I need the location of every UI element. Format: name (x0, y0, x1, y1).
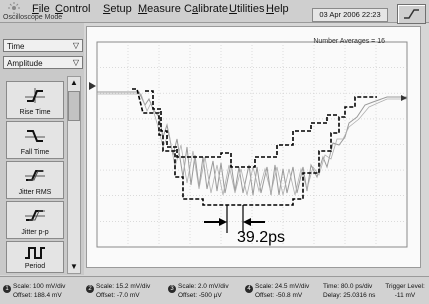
app-logo-icon (8, 2, 20, 14)
period-label: Period (24, 263, 46, 270)
timebase-delay: Delay: 25.0316 ns (323, 292, 376, 299)
arrow-right-icon (219, 218, 227, 226)
jitter-rms-label: Jitter RMS (18, 189, 52, 196)
waveform-toggle-button[interactable] (397, 4, 426, 24)
scroll-down-icon[interactable]: ▼ (69, 261, 79, 273)
chevron-down-icon: ▽ (72, 41, 79, 50)
jitter-pp-label: Jitter p-p (21, 229, 49, 236)
left-panel: Time ▽ Amplitude ▽ Rise Time Fall Time J… (0, 23, 84, 275)
channel-3-scale: Scale: 2.0 mV/div (178, 283, 229, 290)
channel-2-scale: Scale: 15.2 mV/div (96, 283, 151, 290)
averages-readout: Number Averages = 16 (313, 38, 385, 45)
trigger-status[interactable]: Trigger Level: -11 mV (382, 282, 428, 300)
rise-time-icon (25, 88, 45, 103)
menu-control[interactable]: Control (55, 3, 90, 15)
channel-2-offset: Offset: -7.0 mV (96, 292, 140, 299)
menu-help[interactable]: Help (266, 3, 289, 15)
menu-bar: Oscilloscope Mode File Control Setup Mea… (0, 0, 429, 24)
channel-marker-icon (89, 82, 96, 90)
chevron-down-icon: ▽ (72, 58, 79, 67)
menu-file[interactable]: File (32, 3, 50, 15)
measure-category-select[interactable]: Amplitude ▽ (3, 56, 83, 69)
jitter-rms-button[interactable]: Jitter RMS (6, 161, 64, 199)
waveform-icon (404, 9, 419, 19)
timebase-scale: Time: 80.0 ps/div (323, 283, 373, 290)
trace-gray (97, 91, 407, 196)
channel-2-icon: 2 (86, 285, 94, 293)
mode-select[interactable]: Time ▽ (3, 39, 83, 52)
fall-time-icon (25, 130, 45, 142)
waveform-display[interactable]: Number Averages = 16 39.2ps (86, 26, 421, 268)
datetime-display: 03 Apr 2006 22:23 (312, 8, 388, 22)
timebase-status[interactable]: Time: 80.0 ps/div Delay: 25.0316 ns (323, 282, 375, 300)
channel-1-scale: Scale: 100 mV/div (13, 283, 66, 290)
measure-category-value: Amplitude (7, 59, 43, 68)
menu-measure[interactable]: Measure (138, 3, 181, 15)
period-icon (25, 247, 45, 259)
channel-4-scale: Scale: 24.5 mV/div (255, 283, 310, 290)
rise-time-button[interactable]: Rise Time (6, 81, 64, 119)
trigger-label: Trigger Level: (385, 283, 425, 290)
tools-scrollbar[interactable]: ▲ ▼ (67, 76, 81, 274)
jitter-pp-button[interactable]: Jitter p-p (6, 201, 64, 239)
channel-1-icon: 1 (3, 285, 11, 293)
channel-4-offset: Offset: -50.8 mV (255, 292, 303, 299)
scroll-thumb[interactable] (68, 91, 80, 121)
rise-time-label: Rise Time (19, 109, 51, 116)
channel-3-offset: Offset: -500 µV (178, 292, 222, 299)
status-bar: 1 Scale: 100 mV/div Offset: 188.4 mV 2 S… (0, 276, 429, 304)
mode-label: Oscilloscope Mode (3, 14, 63, 21)
channel-3-icon: 3 (168, 285, 176, 293)
mode-select-value: Time (7, 42, 25, 51)
arrow-left-icon (243, 218, 251, 226)
trigger-value: -11 mV (394, 292, 416, 299)
trigger-marker-icon (401, 95, 407, 101)
menu-utilities[interactable]: Utilities (229, 3, 264, 15)
fall-time-label: Fall Time (20, 149, 50, 156)
measurement-readout: 39.2ps (237, 229, 286, 246)
channel-1-offset: Offset: 188.4 mV (13, 292, 62, 299)
scroll-up-icon[interactable]: ▲ (69, 77, 79, 89)
jitter-rms-icon (25, 170, 45, 181)
menu-calibrate[interactable]: Calibrate (184, 3, 228, 15)
jitter-pp-icon (25, 210, 45, 221)
menu-setup[interactable]: Setup (103, 3, 132, 15)
fall-time-button[interactable]: Fall Time (6, 121, 64, 159)
trace-envelope-inner (145, 90, 339, 168)
period-button[interactable]: Period (6, 241, 64, 273)
channel-4-icon: 4 (245, 285, 253, 293)
